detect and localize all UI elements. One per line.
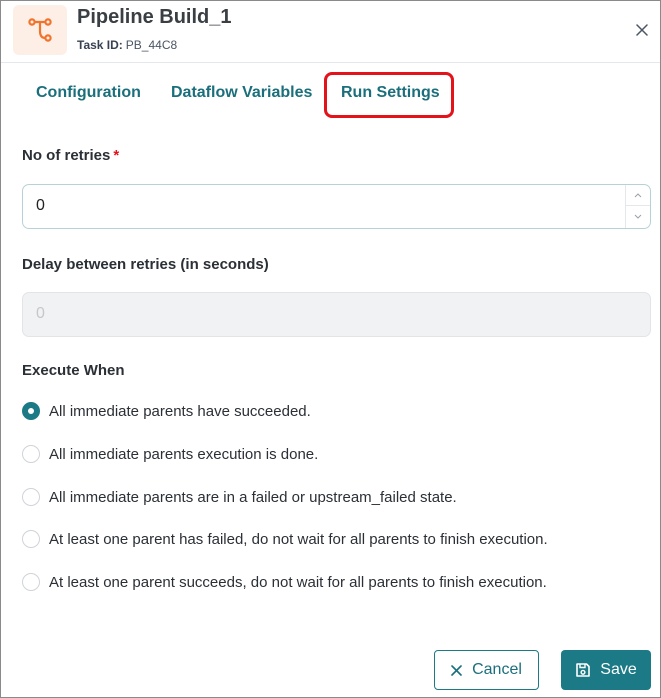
tab-dataflow-variables[interactable]: Dataflow Variables [171, 84, 312, 102]
required-mark: * [113, 147, 120, 164]
execute-option-all-succeeded[interactable]: All immediate parents have succeeded. [22, 400, 311, 422]
retries-label: No of retries * [22, 147, 119, 164]
close-icon [636, 24, 648, 36]
execute-option-one-succeeds[interactable]: At least one parent succeeds, do not wai… [22, 571, 547, 593]
retries-input[interactable]: 0 [22, 184, 651, 229]
task-settings-dialog: Pipeline Build_1 Task ID: PB_44C8 Configu… [0, 0, 661, 698]
option-label: All immediate parents have succeeded. [49, 402, 311, 420]
execute-option-all-failed[interactable]: All immediate parents are in a failed or… [22, 486, 457, 508]
pipeline-branch-icon [13, 5, 67, 55]
task-id: Task ID: PB_44C8 [77, 38, 177, 52]
execute-option-one-failed[interactable]: At least one parent has failed, do not w… [22, 528, 548, 550]
tab-run-settings[interactable]: Run Settings [341, 84, 440, 102]
retries-stepper [625, 185, 650, 228]
save-label: Save [600, 661, 637, 678]
tab-configuration[interactable]: Configuration [36, 84, 141, 102]
execute-when-label: Execute When [22, 362, 125, 379]
radio-button[interactable] [22, 445, 40, 463]
chevron-down-icon [634, 214, 642, 219]
option-label: All immediate parents execution is done. [49, 445, 319, 463]
increment-button[interactable] [626, 185, 650, 206]
dialog-header: Pipeline Build_1 Task ID: PB_44C8 [1, 1, 660, 63]
delay-input: 0 [22, 292, 651, 337]
delay-label: Delay between retries (in seconds) [22, 256, 269, 273]
radio-button[interactable] [22, 573, 40, 591]
close-icon [451, 664, 462, 676]
cancel-label: Cancel [472, 661, 522, 678]
decrement-button[interactable] [626, 206, 650, 227]
delay-value: 0 [36, 305, 45, 322]
save-icon [576, 663, 591, 677]
option-label: All immediate parents are in a failed or… [49, 488, 457, 506]
option-label: At least one parent succeeds, do not wai… [49, 573, 547, 591]
execute-option-all-done[interactable]: All immediate parents execution is done. [22, 443, 318, 465]
dialog-title: Pipeline Build_1 [77, 6, 232, 28]
radio-button-selected[interactable] [22, 402, 40, 420]
option-label: At least one parent has failed, do not w… [49, 530, 548, 548]
task-id-value: PB_44C8 [125, 38, 178, 52]
task-id-label: Task ID: [77, 38, 123, 52]
close-button[interactable] [631, 19, 653, 41]
radio-button[interactable] [22, 488, 40, 506]
chevron-up-icon [634, 192, 642, 197]
retries-value: 0 [36, 197, 45, 214]
retries-label-text: No of retries [22, 147, 111, 164]
radio-button[interactable] [22, 530, 40, 548]
cancel-button[interactable]: Cancel [434, 650, 539, 690]
save-button[interactable]: Save [561, 650, 651, 690]
